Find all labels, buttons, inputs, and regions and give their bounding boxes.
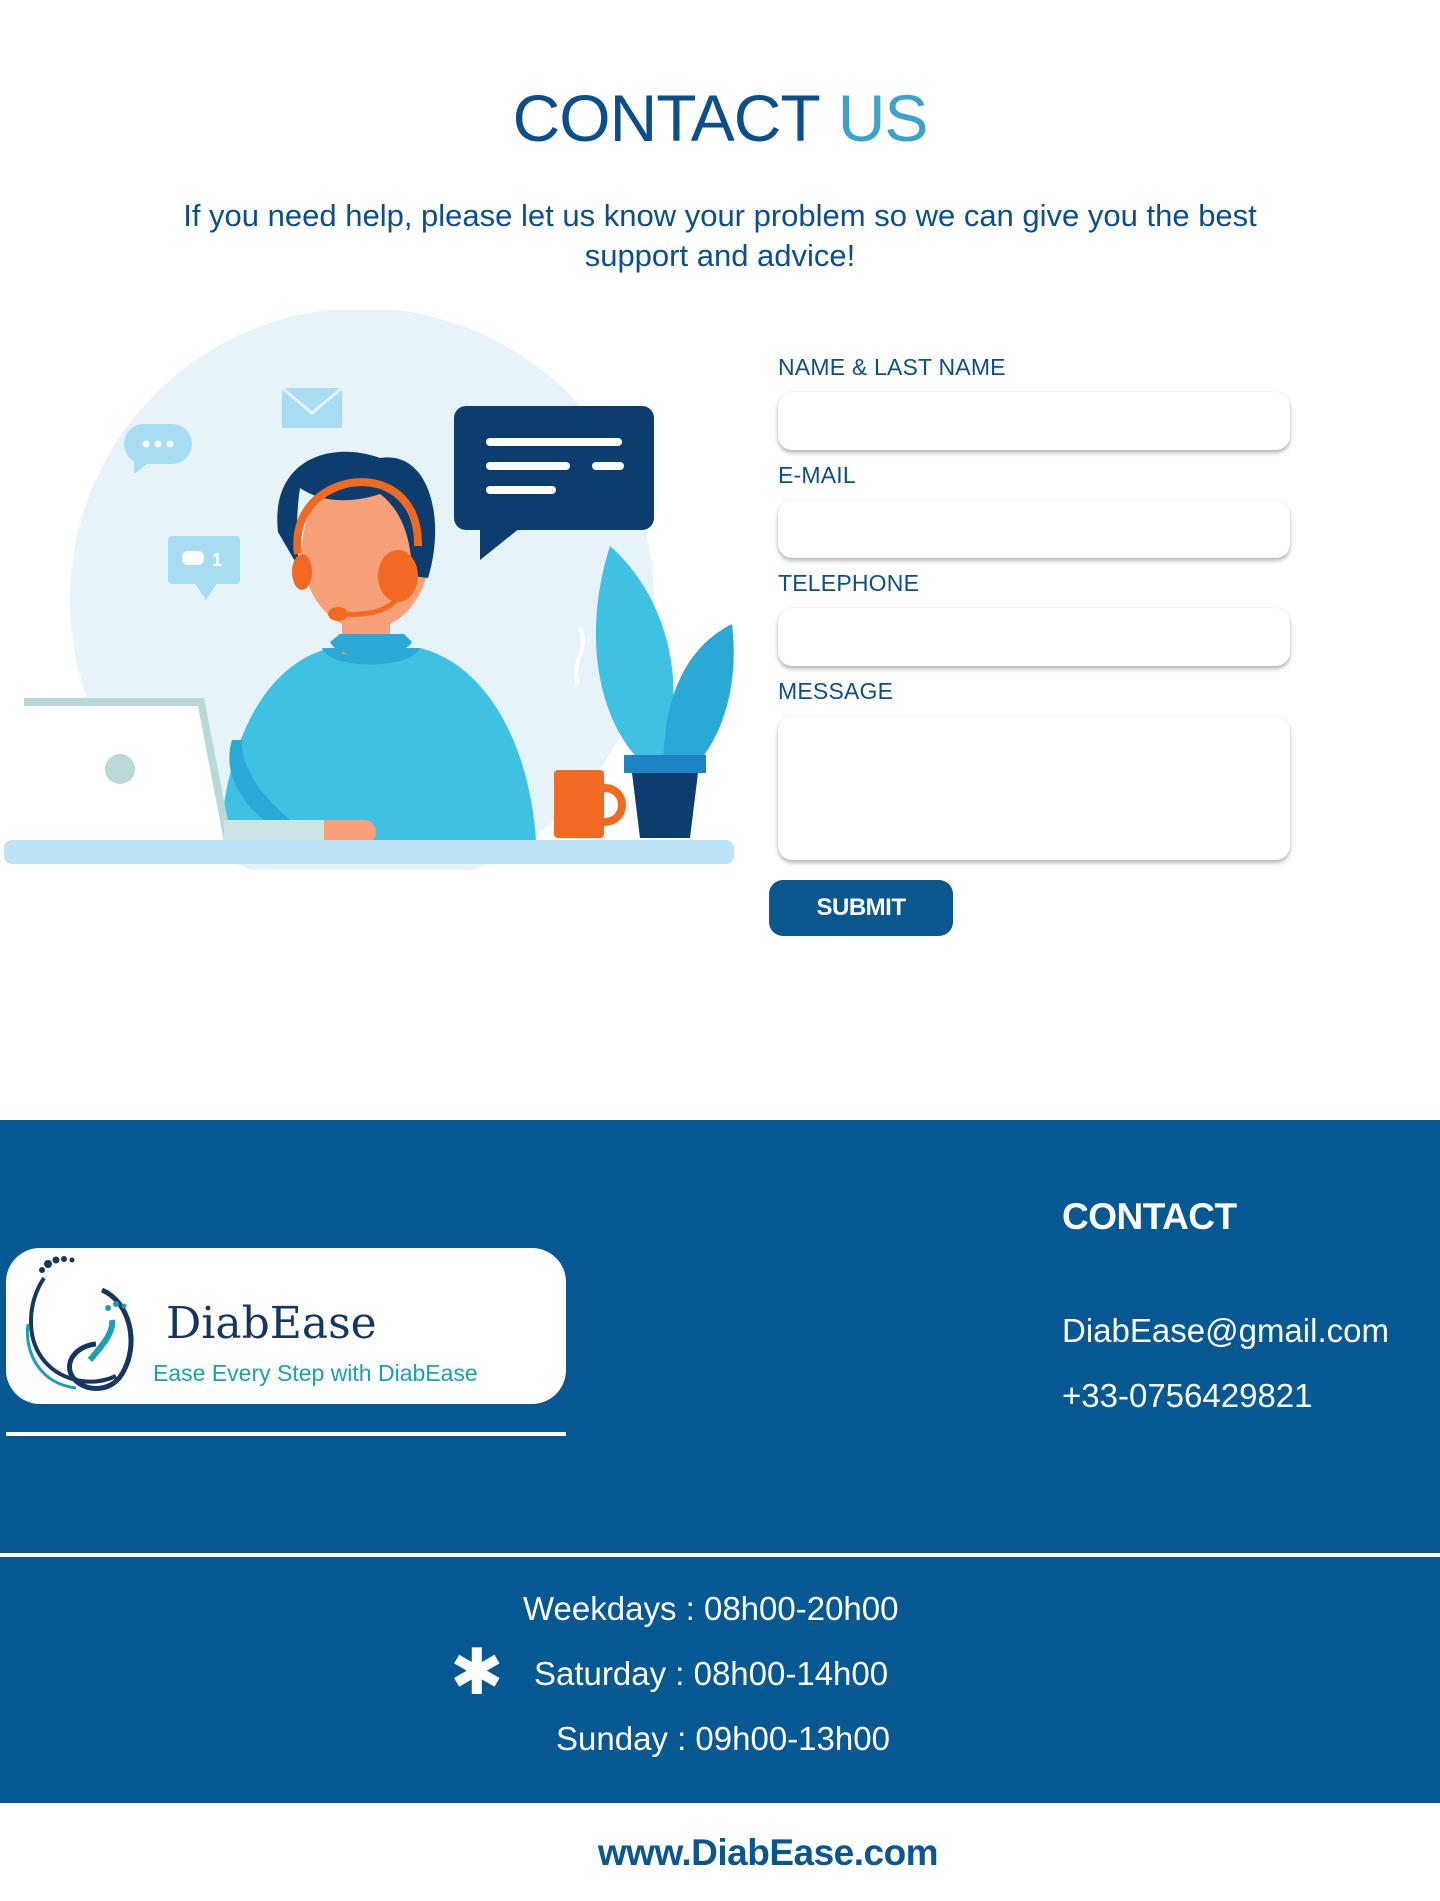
title-contact: CONTACT	[512, 81, 821, 155]
footer-email-link[interactable]: DiabEase@gmail.com	[1062, 1312, 1389, 1350]
footer-divider	[0, 1553, 1440, 1557]
asterisk-icon: ✱	[450, 1636, 504, 1708]
logo-underline	[6, 1432, 566, 1436]
telephone-input[interactable]	[778, 608, 1290, 666]
logo-name: DiabEase	[166, 1298, 377, 1349]
envelope-icon	[281, 386, 343, 428]
support-agent-illustration: 1	[4, 310, 734, 870]
name-input[interactable]	[778, 392, 1290, 450]
hours-saturday: Saturday : 08h00-14h00	[534, 1655, 889, 1692]
email-input[interactable]	[778, 500, 1290, 558]
website-link[interactable]: www.DiabEase.com	[0, 1832, 1440, 1874]
desk	[4, 840, 734, 864]
footer-contact-heading: CONTACT	[1062, 1196, 1237, 1237]
name-label: NAME & LAST NAME	[778, 354, 1006, 380]
logo-feet-icon	[25, 1256, 134, 1391]
message-label: MESSAGE	[778, 678, 894, 704]
title-us: US	[837, 81, 929, 155]
page-subtitle: If you need help, please let us know you…	[183, 198, 1257, 273]
footer-phone-link[interactable]: +33-0756429821	[1062, 1377, 1313, 1415]
comment-badge-count: 1	[212, 550, 222, 570]
hours-sunday: Sunday : 09h00-13h00	[556, 1720, 890, 1757]
email-label: E-MAIL	[778, 462, 856, 488]
telephone-label: TELEPHONE	[778, 570, 920, 596]
message-textarea[interactable]	[778, 716, 1290, 860]
hours-weekdays: Weekdays : 08h00-20h00	[523, 1590, 899, 1627]
logo-tagline: Ease Every Step with DiabEase	[153, 1360, 478, 1386]
submit-button[interactable]: SUBMIT	[769, 880, 953, 936]
page-title: CONTACT US	[0, 78, 1440, 158]
